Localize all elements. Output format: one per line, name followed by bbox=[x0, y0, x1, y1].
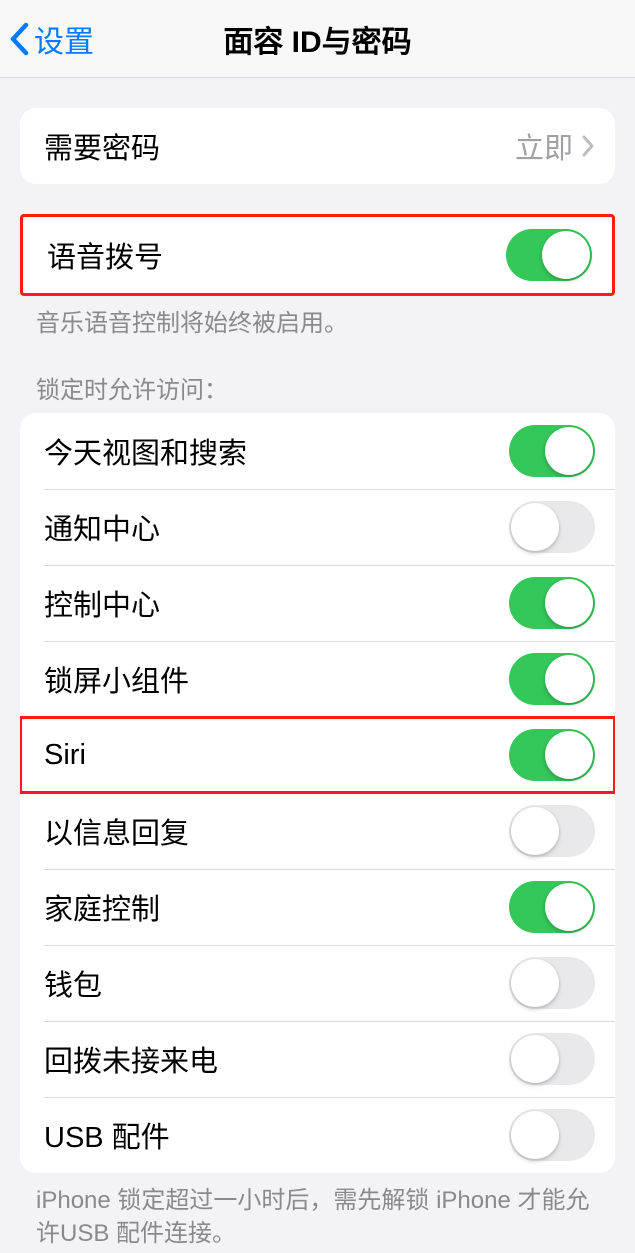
voice-dial-label: 语音拨号 bbox=[47, 234, 163, 276]
locked-access-toggle[interactable] bbox=[509, 881, 595, 933]
locked-access-row: USB 配件 bbox=[20, 1097, 615, 1173]
locked-access-group: 今天视图和搜索通知中心控制中心锁屏小组件 Siri 以信息回复家庭控制钱包回拨未接来… bbox=[20, 413, 615, 1173]
locked-access-row: 今天视图和搜索 bbox=[20, 413, 615, 489]
locked-access-toggle[interactable] bbox=[509, 805, 595, 857]
locked-access-toggle[interactable] bbox=[509, 501, 595, 553]
back-button[interactable]: 设置 bbox=[0, 17, 94, 61]
locked-access-toggle[interactable] bbox=[509, 653, 595, 705]
locked-access-toggle[interactable] bbox=[509, 577, 595, 629]
locked-access-label: 回拨未接来电 bbox=[44, 1038, 218, 1080]
passcode-group: 需要密码 立即 bbox=[20, 108, 615, 184]
locked-access-label: 家庭控制 bbox=[44, 886, 160, 928]
voice-dial-row: 语音拨号 bbox=[23, 217, 612, 293]
locked-access-label: 控制中心 bbox=[44, 582, 160, 624]
navigation-bar: 设置 面容 ID与密码 bbox=[0, 0, 635, 78]
locked-access-label: 锁屏小组件 bbox=[44, 658, 189, 700]
locked-access-label: USB 配件 bbox=[44, 1114, 170, 1156]
locked-access-header: 锁定时允许访问： bbox=[0, 340, 635, 413]
locked-access-toggle[interactable] bbox=[509, 957, 595, 1009]
back-label: 设置 bbox=[34, 17, 94, 61]
locked-access-row: Siri bbox=[20, 717, 615, 793]
voice-dial-footer: 音乐语音控制将始终被启用。 bbox=[0, 296, 635, 340]
voice-dial-toggle[interactable] bbox=[506, 229, 592, 281]
locked-access-label: 今天视图和搜索 bbox=[44, 430, 247, 472]
locked-access-toggle[interactable] bbox=[509, 425, 595, 477]
locked-access-label: 通知中心 bbox=[44, 506, 160, 548]
require-passcode-label: 需要密码 bbox=[44, 125, 160, 167]
chevron-left-icon bbox=[8, 22, 30, 56]
locked-access-row: 以信息回复 bbox=[20, 793, 615, 869]
locked-access-row: 通知中心 bbox=[20, 489, 615, 565]
locked-access-footer: iPhone 锁定超过一小时后，需先解锁 iPhone 才能允许USB 配件连接… bbox=[0, 1173, 635, 1250]
locked-access-row: 回拨未接来电 bbox=[20, 1021, 615, 1097]
chevron-right-icon bbox=[581, 135, 595, 157]
locked-access-row: 家庭控制 bbox=[20, 869, 615, 945]
page-title: 面容 ID与密码 bbox=[223, 17, 411, 61]
require-passcode-value: 立即 bbox=[515, 125, 573, 167]
locked-access-toggle[interactable] bbox=[509, 729, 595, 781]
voice-dial-group: 语音拨号 bbox=[20, 214, 615, 296]
locked-access-toggle[interactable] bbox=[509, 1033, 595, 1085]
locked-access-row: 锁屏小组件 bbox=[20, 641, 615, 717]
locked-access-row: 控制中心 bbox=[20, 565, 615, 641]
locked-access-row: 钱包 bbox=[20, 945, 615, 1021]
locked-access-label: Siri bbox=[44, 739, 86, 772]
locked-access-toggle[interactable] bbox=[509, 1109, 595, 1161]
require-passcode-row[interactable]: 需要密码 立即 bbox=[20, 108, 615, 184]
locked-access-label: 钱包 bbox=[44, 962, 102, 1004]
locked-access-label: 以信息回复 bbox=[44, 810, 189, 852]
